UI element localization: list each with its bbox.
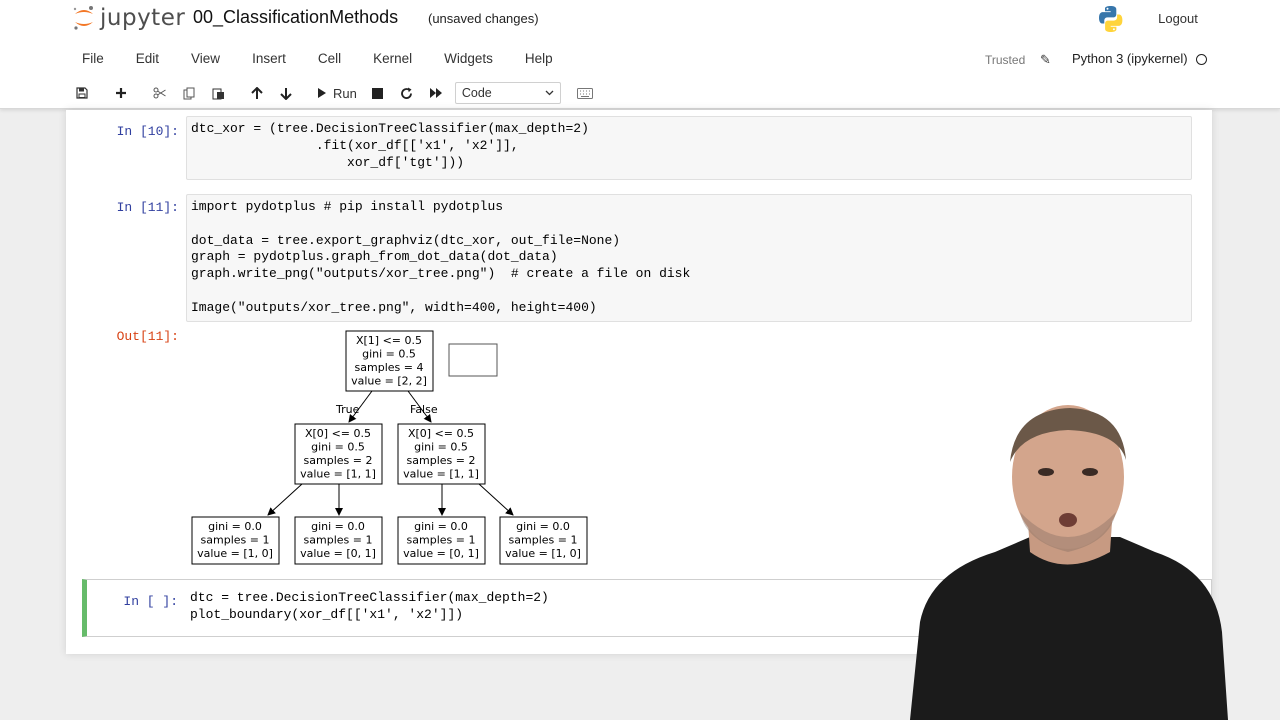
kernel-name[interactable]: Python 3 (ipykernel) [1072, 51, 1188, 66]
tree-leaf: gini = 0.0 samples = 1 value = [0, 1] [294, 516, 383, 565]
chevron-down-icon [545, 90, 554, 96]
tree-edge [478, 483, 514, 516]
svg-text:samples = 4: samples = 4 [355, 361, 424, 374]
input-prompt: In [11]: [116, 200, 179, 215]
cell-type-value: Code [461, 86, 492, 100]
jupyter-wordmark: jupyter [100, 5, 186, 31]
save-status: (unsaved changes) [428, 11, 539, 26]
notebook-toolbar: Run Code [68, 80, 600, 106]
command-palette-button[interactable] [571, 81, 599, 105]
tree-edge [267, 483, 303, 516]
menu-insert[interactable]: Insert [236, 48, 302, 72]
edge-label-true: True [335, 403, 360, 416]
tree-node-root: X[1] <= 0.5 gini = 0.5 samples = 4 value… [345, 330, 434, 392]
svg-text:gini = 0.0: gini = 0.0 [208, 520, 262, 533]
svg-text:gini = 0.5: gini = 0.5 [362, 348, 416, 361]
menu-bar: File Edit View Insert Cell Kernel Widget… [66, 48, 569, 72]
run-button[interactable]: Run [311, 81, 363, 105]
menu-cell[interactable]: Cell [302, 48, 357, 72]
code-input[interactable]: import pydotplus # pip install pydotplus… [186, 194, 1192, 322]
paste-icon [212, 88, 224, 99]
play-icon [318, 88, 326, 98]
svg-text:samples = 1: samples = 1 [509, 534, 578, 547]
svg-text:samples = 2: samples = 2 [407, 454, 476, 467]
svg-text:value = [1, 0]: value = [1, 0] [505, 547, 581, 560]
tree-leaf: gini = 0.0 samples = 1 value = [0, 1] [397, 516, 486, 565]
move-up-button[interactable] [243, 81, 271, 105]
scissors-icon [153, 87, 166, 99]
menu-widgets[interactable]: Widgets [428, 48, 509, 72]
menu-kernel[interactable]: Kernel [357, 48, 428, 72]
svg-text:value = [0, 1]: value = [0, 1] [300, 547, 376, 560]
interrupt-button[interactable] [364, 81, 392, 105]
notebook-header: jupyter 00_ClassificationMethods (unsave… [0, 0, 1280, 109]
svg-text:samples = 2: samples = 2 [304, 454, 373, 467]
svg-text:value = [0, 1]: value = [0, 1] [403, 547, 479, 560]
svg-text:value = [1, 1]: value = [1, 1] [300, 468, 376, 481]
copy-icon [183, 87, 194, 99]
svg-text:X[0] <= 0.5: X[0] <= 0.5 [408, 427, 474, 440]
menu-help[interactable]: Help [509, 48, 569, 72]
code-input[interactable]: dtc_xor = (tree.DecisionTreeClassifier(m… [186, 116, 1192, 180]
code-text: import pydotplus # pip install pydotplus… [191, 199, 691, 315]
svg-text:gini = 0.5: gini = 0.5 [414, 441, 468, 454]
decision-tree-image: True False X[1] <= 0.5 gini = 0.5 sample… [191, 330, 588, 565]
output-prompt: Out[11]: [116, 329, 179, 344]
input-prompt: In [ ]: [123, 594, 178, 609]
svg-text:X[1] <= 0.5: X[1] <= 0.5 [356, 334, 422, 347]
copy-button[interactable] [175, 81, 203, 105]
menu-file[interactable]: File [66, 48, 120, 72]
svg-text:value = [1, 0]: value = [1, 0] [197, 547, 273, 560]
svg-text:samples = 1: samples = 1 [304, 534, 373, 547]
arrow-down-icon [280, 87, 292, 100]
save-button[interactable] [68, 81, 96, 105]
keyboard-icon [576, 87, 593, 99]
restart-run-all-button[interactable] [422, 81, 450, 105]
restart-icon [401, 87, 413, 99]
jupyter-logo-icon [73, 6, 93, 30]
restart-button[interactable] [393, 81, 421, 105]
tree-leaf: gini = 0.0 samples = 1 value = [1, 0] [499, 516, 588, 565]
insert-cell-button[interactable] [107, 81, 135, 105]
svg-text:gini = 0.0: gini = 0.0 [414, 520, 468, 533]
code-cell-10[interactable]: In [10]: dtc_xor = (tree.DecisionTreeCla… [84, 116, 1192, 180]
cell-type-select[interactable]: Code [454, 82, 561, 104]
jupyter-logo[interactable]: jupyter [72, 4, 185, 32]
run-label: Run [333, 85, 357, 101]
move-down-button[interactable] [272, 81, 300, 105]
svg-text:gini = 0.0: gini = 0.0 [516, 520, 570, 533]
menu-view[interactable]: View [175, 48, 236, 72]
stop-icon [372, 87, 384, 99]
edge-label-false: False [410, 403, 438, 416]
logout-button[interactable]: Logout [1148, 5, 1208, 31]
trusted-indicator[interactable]: Trusted [980, 52, 1030, 68]
svg-text:gini = 0.0: gini = 0.0 [311, 520, 365, 533]
plus-icon [116, 88, 126, 98]
fast-forward-icon [429, 88, 442, 98]
kernel-idle-icon [1196, 54, 1207, 65]
tree-leaf: gini = 0.0 samples = 1 value = [1, 0] [191, 516, 280, 565]
paste-button[interactable] [204, 81, 232, 105]
pencil-icon[interactable]: ✎ [1040, 52, 1051, 68]
svg-text:value = [1, 1]: value = [1, 1] [403, 468, 479, 481]
svg-text:X[0] <= 0.5: X[0] <= 0.5 [305, 427, 371, 440]
svg-text:samples = 1: samples = 1 [407, 534, 476, 547]
input-prompt: In [10]: [116, 124, 179, 139]
presenter-video-overlay [910, 405, 1228, 720]
python-logo-icon [1096, 4, 1126, 39]
tree-node-left: X[0] <= 0.5 gini = 0.5 samples = 2 value… [294, 423, 383, 485]
save-icon [76, 87, 88, 99]
empty-box [448, 343, 498, 377]
notebook-title[interactable]: 00_ClassificationMethods [193, 7, 398, 28]
menu-edit[interactable]: Edit [120, 48, 175, 72]
tree-node-right: X[0] <= 0.5 gini = 0.5 samples = 2 value… [397, 423, 486, 485]
arrow-up-icon [251, 86, 263, 99]
cut-button[interactable] [146, 81, 174, 105]
code-cell-11[interactable]: In [11]: import pydotplus # pip install … [84, 194, 1192, 322]
svg-text:samples = 1: samples = 1 [201, 534, 270, 547]
svg-text:value = [2, 2]: value = [2, 2] [351, 375, 427, 388]
code-text: dtc_xor = (tree.DecisionTreeClassifier(m… [191, 121, 589, 170]
svg-text:gini = 0.5: gini = 0.5 [311, 441, 365, 454]
